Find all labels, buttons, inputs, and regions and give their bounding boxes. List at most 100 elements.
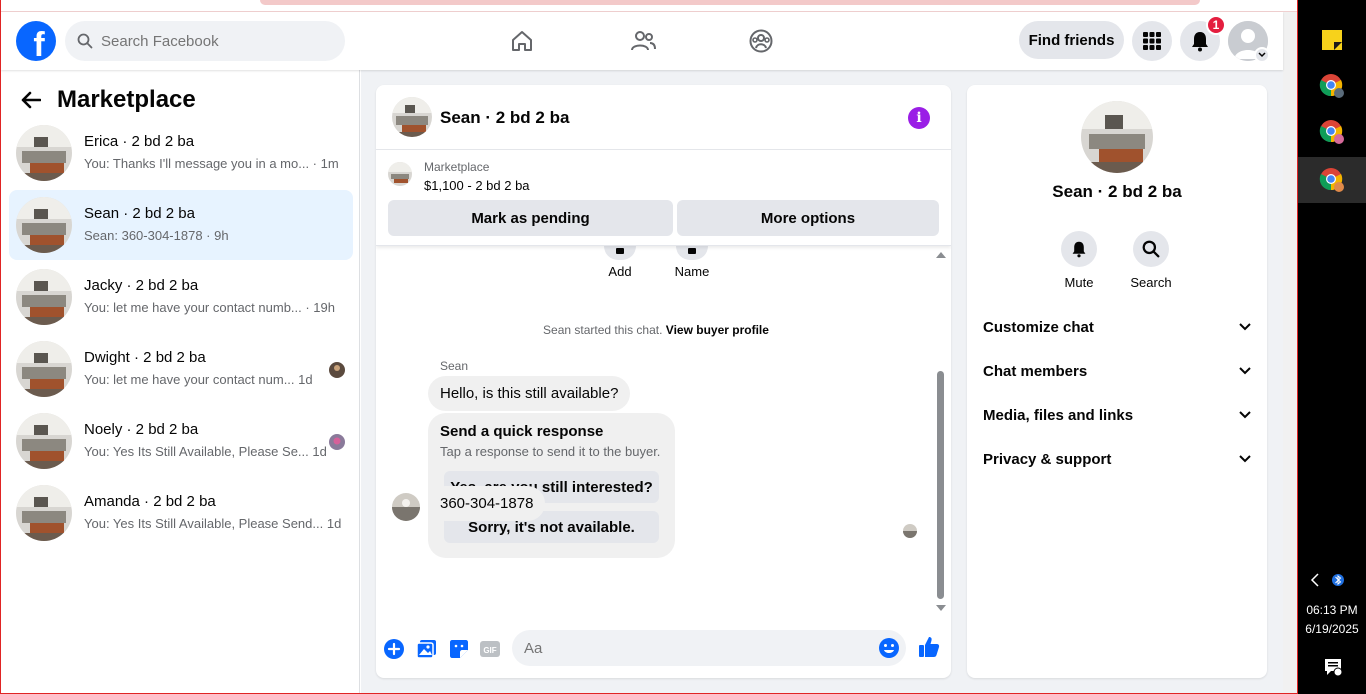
emoji-icon[interactable] xyxy=(878,637,900,659)
name-action[interactable]: Name xyxy=(662,246,722,279)
add-icon xyxy=(604,246,636,260)
chat-details-panel: Sean · 2 bd 2 ba Mute Search Customize c… xyxy=(967,85,1267,678)
view-buyer-profile-link[interactable]: View buyer profile xyxy=(666,323,769,337)
chat-header: Sean · 2 bd 2 ba i xyxy=(376,85,951,150)
conversation-item[interactable]: Noely · 2 bd 2 ba You: Yes Its Still Ava… xyxy=(9,406,353,476)
mark-as-pending-button[interactable]: Mark as pending xyxy=(388,200,673,236)
search-conversation-action[interactable]: Search xyxy=(1121,231,1181,290)
listing-thumbnail xyxy=(16,197,72,253)
name-icon xyxy=(676,246,708,260)
seen-avatar xyxy=(329,434,345,450)
chrome-profile-icon[interactable] xyxy=(1298,109,1366,155)
message-bubble[interactable]: 360-304-1878 xyxy=(428,486,546,521)
listing-banner: Marketplace $1,100 - 2 bd 2 ba Mark as p… xyxy=(376,150,951,246)
chevron-left-icon[interactable] xyxy=(1310,573,1320,592)
chat-members-row[interactable]: Chat members xyxy=(983,355,1251,387)
clock-date[interactable]: 6/19/2025 xyxy=(1298,622,1366,636)
conversation-item-active[interactable]: Sean · 2 bd 2 ba Sean: 360-304-1878 · 9h xyxy=(9,190,353,260)
chrome-profile-icon-active[interactable] xyxy=(1298,157,1366,203)
mute-action[interactable]: Mute xyxy=(1049,231,1109,290)
scroll-down-arrow[interactable] xyxy=(936,605,946,611)
chevron-down-icon xyxy=(1239,455,1251,463)
chevron-down-icon xyxy=(1239,411,1251,419)
message-composer: GIF xyxy=(376,625,951,675)
message-bubble[interactable]: Hello, is this still available? xyxy=(428,376,631,411)
bluetooth-icon[interactable] xyxy=(1332,572,1344,593)
details-listing-thumbnail[interactable] xyxy=(1081,101,1153,173)
chrome-profile-icon[interactable] xyxy=(1298,63,1366,109)
message-list: Add Name Sean started this chat. View bu… xyxy=(376,246,951,616)
notification-badge: 1 xyxy=(1206,15,1226,35)
gif-icon[interactable]: GIF xyxy=(479,638,501,660)
conversation-preview: You: Thanks I'll message you in a mo... … xyxy=(84,156,339,171)
conversation-item[interactable]: Dwight · 2 bd 2 ba You: let me have your… xyxy=(9,334,353,404)
groups-icon[interactable] xyxy=(746,26,776,56)
sender-name: Sean xyxy=(440,359,469,373)
clock-time[interactable]: 06:13 PM xyxy=(1298,603,1366,617)
seen-avatar xyxy=(903,524,917,538)
scroll-up-arrow[interactable] xyxy=(936,252,946,258)
conversation-name: Sean · 2 bd 2 ba xyxy=(84,205,195,222)
info-icon[interactable]: i xyxy=(908,107,930,129)
windows-taskbar: 06:13 PM 6/19/2025 xyxy=(1298,0,1366,694)
chevron-down-icon[interactable] xyxy=(1254,47,1270,63)
chevron-down-icon xyxy=(1239,367,1251,375)
photo-icon[interactable] xyxy=(416,638,438,660)
search-input[interactable] xyxy=(101,32,321,50)
conversation-name: Noely · 2 bd 2 ba xyxy=(84,421,199,438)
more-options-button[interactable]: More options xyxy=(677,200,939,236)
chat-started-notice: Sean started this chat. View buyer profi… xyxy=(543,323,769,337)
seen-avatar xyxy=(329,362,345,378)
plus-circle-icon[interactable] xyxy=(383,638,405,660)
listing-category: Marketplace xyxy=(424,160,490,174)
privacy-support-row[interactable]: Privacy & support xyxy=(983,443,1251,475)
listing-thumbnail xyxy=(16,125,72,181)
browser-top-strip xyxy=(0,0,1298,12)
back-arrow-icon[interactable] xyxy=(21,91,41,109)
conversation-item[interactable]: Erica · 2 bd 2 ba You: Thanks I'll messa… xyxy=(9,118,353,188)
menu-button[interactable] xyxy=(1132,21,1172,61)
top-progress-bar xyxy=(260,0,1200,5)
chat-listing-thumbnail[interactable] xyxy=(392,97,432,137)
listing-thumbnail xyxy=(16,485,72,541)
sticker-icon[interactable] xyxy=(448,638,470,660)
find-friends-button[interactable]: Find friends xyxy=(1019,21,1124,59)
facebook-logo[interactable]: f xyxy=(16,21,56,61)
scrollbar-thumb[interactable] xyxy=(937,371,944,599)
customize-chat-row[interactable]: Customize chat xyxy=(983,311,1251,343)
listing-price[interactable]: $1,100 - 2 bd 2 ba xyxy=(424,178,530,193)
conversation-preview: You: Yes Its Still Available, Please Sen… xyxy=(84,516,342,531)
conversation-name: Amanda · 2 bd 2 ba xyxy=(84,493,216,510)
sidebar-header: Marketplace xyxy=(21,86,196,114)
conversation-name: Jacky · 2 bd 2 ba xyxy=(84,277,199,294)
listing-mini-thumbnail xyxy=(388,162,412,186)
marketplace-sidebar: Marketplace Erica · 2 bd 2 ba You: Thank… xyxy=(1,70,360,694)
message-input[interactable] xyxy=(512,630,906,666)
sidebar-title: Marketplace xyxy=(57,86,196,113)
notifications-button[interactable]: 1 xyxy=(1180,15,1226,61)
sender-avatar[interactable] xyxy=(392,493,420,521)
media-files-links-row[interactable]: Media, files and links xyxy=(983,399,1251,431)
search-icon xyxy=(77,33,93,49)
conversation-item[interactable]: Jacky · 2 bd 2 ba You: let me have your … xyxy=(9,262,353,332)
chevron-down-icon xyxy=(1239,323,1251,331)
svg-text:GIF: GIF xyxy=(483,646,496,655)
friends-icon[interactable] xyxy=(628,26,658,56)
sticky-notes-icon[interactable] xyxy=(1298,17,1366,63)
like-thumb-icon[interactable] xyxy=(917,635,941,659)
bell-icon xyxy=(1061,231,1097,267)
listing-thumbnail xyxy=(16,269,72,325)
action-center-icon[interactable] xyxy=(1323,657,1343,682)
chat-window: Sean · 2 bd 2 ba i Marketplace $1,100 - … xyxy=(376,85,951,678)
search-box[interactable] xyxy=(65,21,345,61)
conversation-preview: You: let me have your contact numb... · … xyxy=(84,300,335,315)
quick-response-subtitle: Tap a response to send it to the buyer. xyxy=(440,444,661,459)
conversation-item[interactable]: Amanda · 2 bd 2 ba You: Yes Its Still Av… xyxy=(9,478,353,548)
window-scrollbar[interactable] xyxy=(1283,12,1298,694)
grid-menu-icon xyxy=(1143,32,1161,50)
chat-title[interactable]: Sean · 2 bd 2 ba xyxy=(440,108,569,128)
home-icon[interactable] xyxy=(507,26,537,56)
bell-icon xyxy=(1192,32,1208,52)
conversation-name: Dwight · 2 bd 2 ba xyxy=(84,349,206,366)
add-action[interactable]: Add xyxy=(590,246,650,279)
